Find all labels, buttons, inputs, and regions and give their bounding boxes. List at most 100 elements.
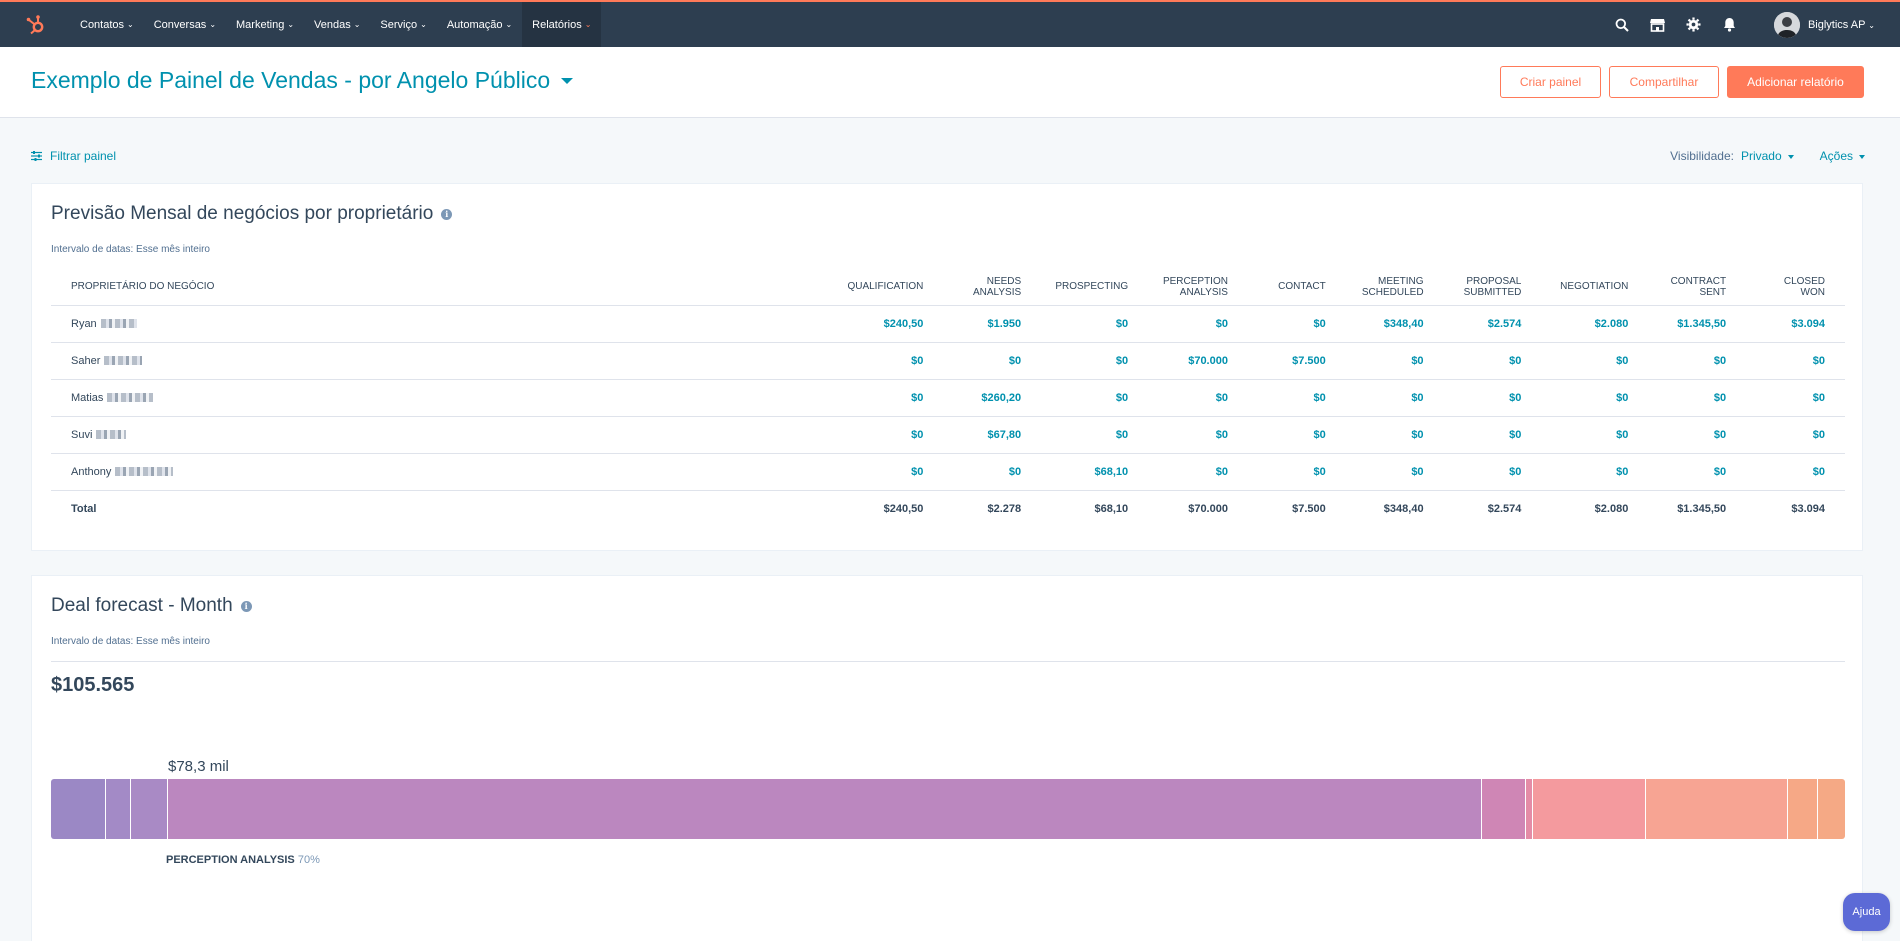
value-cell[interactable]: $0 [1345,379,1444,417]
value-cell[interactable]: $0 [1148,305,1248,343]
filter-dashboard-button[interactable]: Filtrar painel [31,149,116,163]
value-cell[interactable]: $0 [1648,379,1747,417]
value-cell[interactable]: $7.500 [1247,342,1346,380]
hubspot-logo-icon[interactable] [20,9,52,41]
value-cell[interactable]: $0 [1746,379,1845,417]
settings-icon[interactable] [1676,2,1712,47]
account-menu[interactable]: Biglytics AP ⌄ [1808,19,1875,31]
bar-segment[interactable] [1646,779,1789,839]
bar-segment[interactable] [1525,779,1533,839]
column-header-owner[interactable]: PROPRIETÁRIO DO NEGÓCIO [51,269,846,306]
column-header[interactable]: PROPOSAL SUBMITTED [1443,269,1542,306]
value-cell[interactable]: $0 [845,453,944,491]
owner-cell[interactable]: Saher [51,342,846,380]
nav-vendas[interactable]: Vendas ⌄ [304,2,370,47]
value-cell[interactable]: $3.094 [1746,305,1845,343]
value-cell[interactable]: $0 [1541,342,1649,380]
value-cell[interactable]: $0 [1345,416,1444,454]
value-cell[interactable]: $0 [1247,379,1346,417]
value-cell[interactable]: $0 [1648,453,1747,491]
table-row[interactable]: Saher $0 $0 $0 $70.000 $7.500 $0 $0 $0 $0 $0 [51,342,1845,380]
owner-cell[interactable]: Ryan [51,305,846,343]
column-header[interactable]: CONTRACT SENT [1648,269,1747,306]
bar-segment[interactable] [1788,779,1819,839]
bar-segment[interactable] [105,779,131,839]
nav-automacao[interactable]: Automação ⌄ [437,2,522,47]
value-cell[interactable]: $0 [943,342,1042,380]
share-button[interactable]: Compartilhar [1609,66,1719,98]
bar-segment[interactable] [1532,779,1647,839]
value-cell[interactable]: $0 [1247,416,1346,454]
value-cell[interactable]: $67,80 [943,416,1042,454]
search-icon[interactable] [1604,2,1640,47]
marketplace-icon[interactable] [1640,2,1676,47]
table-row[interactable]: Ryan $240,50 $1.950 $0 $0 $0 $348,40 $2.574 $2.0… [51,305,1845,343]
avatar[interactable] [1773,11,1800,38]
value-cell[interactable]: $0 [845,416,944,454]
report-title[interactable]: Deal forecast - Month i [51,595,252,617]
create-dashboard-button[interactable]: Criar painel [1500,66,1601,98]
value-cell[interactable]: $0 [1247,453,1346,491]
nav-relatorios[interactable]: Relatórios ⌄ [522,2,602,47]
nav-contatos[interactable]: Contatos ⌄ [70,2,144,47]
value-cell[interactable]: $0 [1443,453,1542,491]
table-row[interactable]: Anthony $0 $0 $68,10 $0 $0 $0 $0 $0 $0 $0 [51,453,1845,491]
value-cell[interactable]: $240,50 [845,305,944,343]
table-row[interactable]: Suvi $0 $67,80 $0 $0 $0 $0 $0 $0 $0 $0 [51,416,1845,454]
visibility-dropdown[interactable]: Privado [1741,149,1794,163]
bar-segment[interactable] [1481,779,1526,839]
value-cell[interactable]: $0 [1746,453,1845,491]
value-cell[interactable]: $0 [1148,379,1248,417]
dashboard-selector[interactable]: Exemplo de Painel de Vendas - por Angelo… [31,67,574,94]
value-cell[interactable]: $260,20 [943,379,1042,417]
value-cell[interactable]: $0 [1345,342,1444,380]
table-row[interactable]: Matias $0 $260,20 $0 $0 $0 $0 $0 $0 $0 $0 [51,379,1845,417]
value-cell[interactable]: $0 [1541,416,1649,454]
column-header[interactable]: PROSPECTING [1041,269,1149,306]
report-title[interactable]: Previsão Mensal de negócios por propriet… [51,203,453,225]
value-cell[interactable]: $0 [1648,342,1747,380]
help-button[interactable]: Ajuda [1843,893,1890,931]
column-header[interactable]: PERCEPTION ANALYSIS [1148,269,1248,306]
value-cell[interactable]: $0 [1148,453,1248,491]
add-report-button[interactable]: Adicionar relatório [1727,66,1864,98]
value-cell[interactable]: $0 [1345,453,1444,491]
bar-segment[interactable] [1818,779,1845,839]
info-icon[interactable]: i [441,208,453,220]
value-cell[interactable]: $0 [1746,342,1845,380]
value-cell[interactable]: $0 [1041,416,1149,454]
owner-cell[interactable]: Anthony [51,453,846,491]
value-cell[interactable]: $0 [1041,379,1149,417]
bar-segment[interactable] [167,779,1482,839]
value-cell[interactable]: $0 [1648,416,1747,454]
value-cell[interactable]: $0 [943,453,1042,491]
value-cell[interactable]: $0 [1746,416,1845,454]
value-cell[interactable]: $0 [1443,416,1542,454]
value-cell[interactable]: $348,40 [1345,305,1444,343]
value-cell[interactable]: $0 [1541,379,1649,417]
owner-cell[interactable]: Matias [51,379,846,417]
value-cell[interactable]: $70.000 [1148,342,1248,380]
column-header[interactable]: NEGOTIATION [1541,269,1649,306]
bar-segment[interactable] [130,779,168,839]
bar-segment[interactable] [51,779,106,839]
column-header[interactable]: NEEDS ANALYSIS [943,269,1042,306]
value-cell[interactable]: $0 [1041,342,1149,380]
value-cell[interactable]: $0 [1443,342,1542,380]
value-cell[interactable]: $0 [845,379,944,417]
nav-marketing[interactable]: Marketing ⌄ [226,2,304,47]
column-header[interactable]: MEETING SCHEDULED [1345,269,1444,306]
value-cell[interactable]: $0 [1443,379,1542,417]
value-cell[interactable]: $0 [1041,305,1149,343]
value-cell[interactable]: $68,10 [1041,453,1149,491]
column-header[interactable]: QUALIFICATION [845,269,944,306]
value-cell[interactable]: $1.345,50 [1648,305,1747,343]
value-cell[interactable]: $2.574 [1443,305,1542,343]
value-cell[interactable]: $1.950 [943,305,1042,343]
value-cell[interactable]: $0 [1247,305,1346,343]
info-icon[interactable]: i [240,600,252,612]
actions-dropdown[interactable]: Ações [1820,149,1865,163]
column-header[interactable]: CLOSED WON [1746,269,1845,306]
value-cell[interactable]: $0 [1148,416,1248,454]
column-header[interactable]: CONTACT [1247,269,1346,306]
